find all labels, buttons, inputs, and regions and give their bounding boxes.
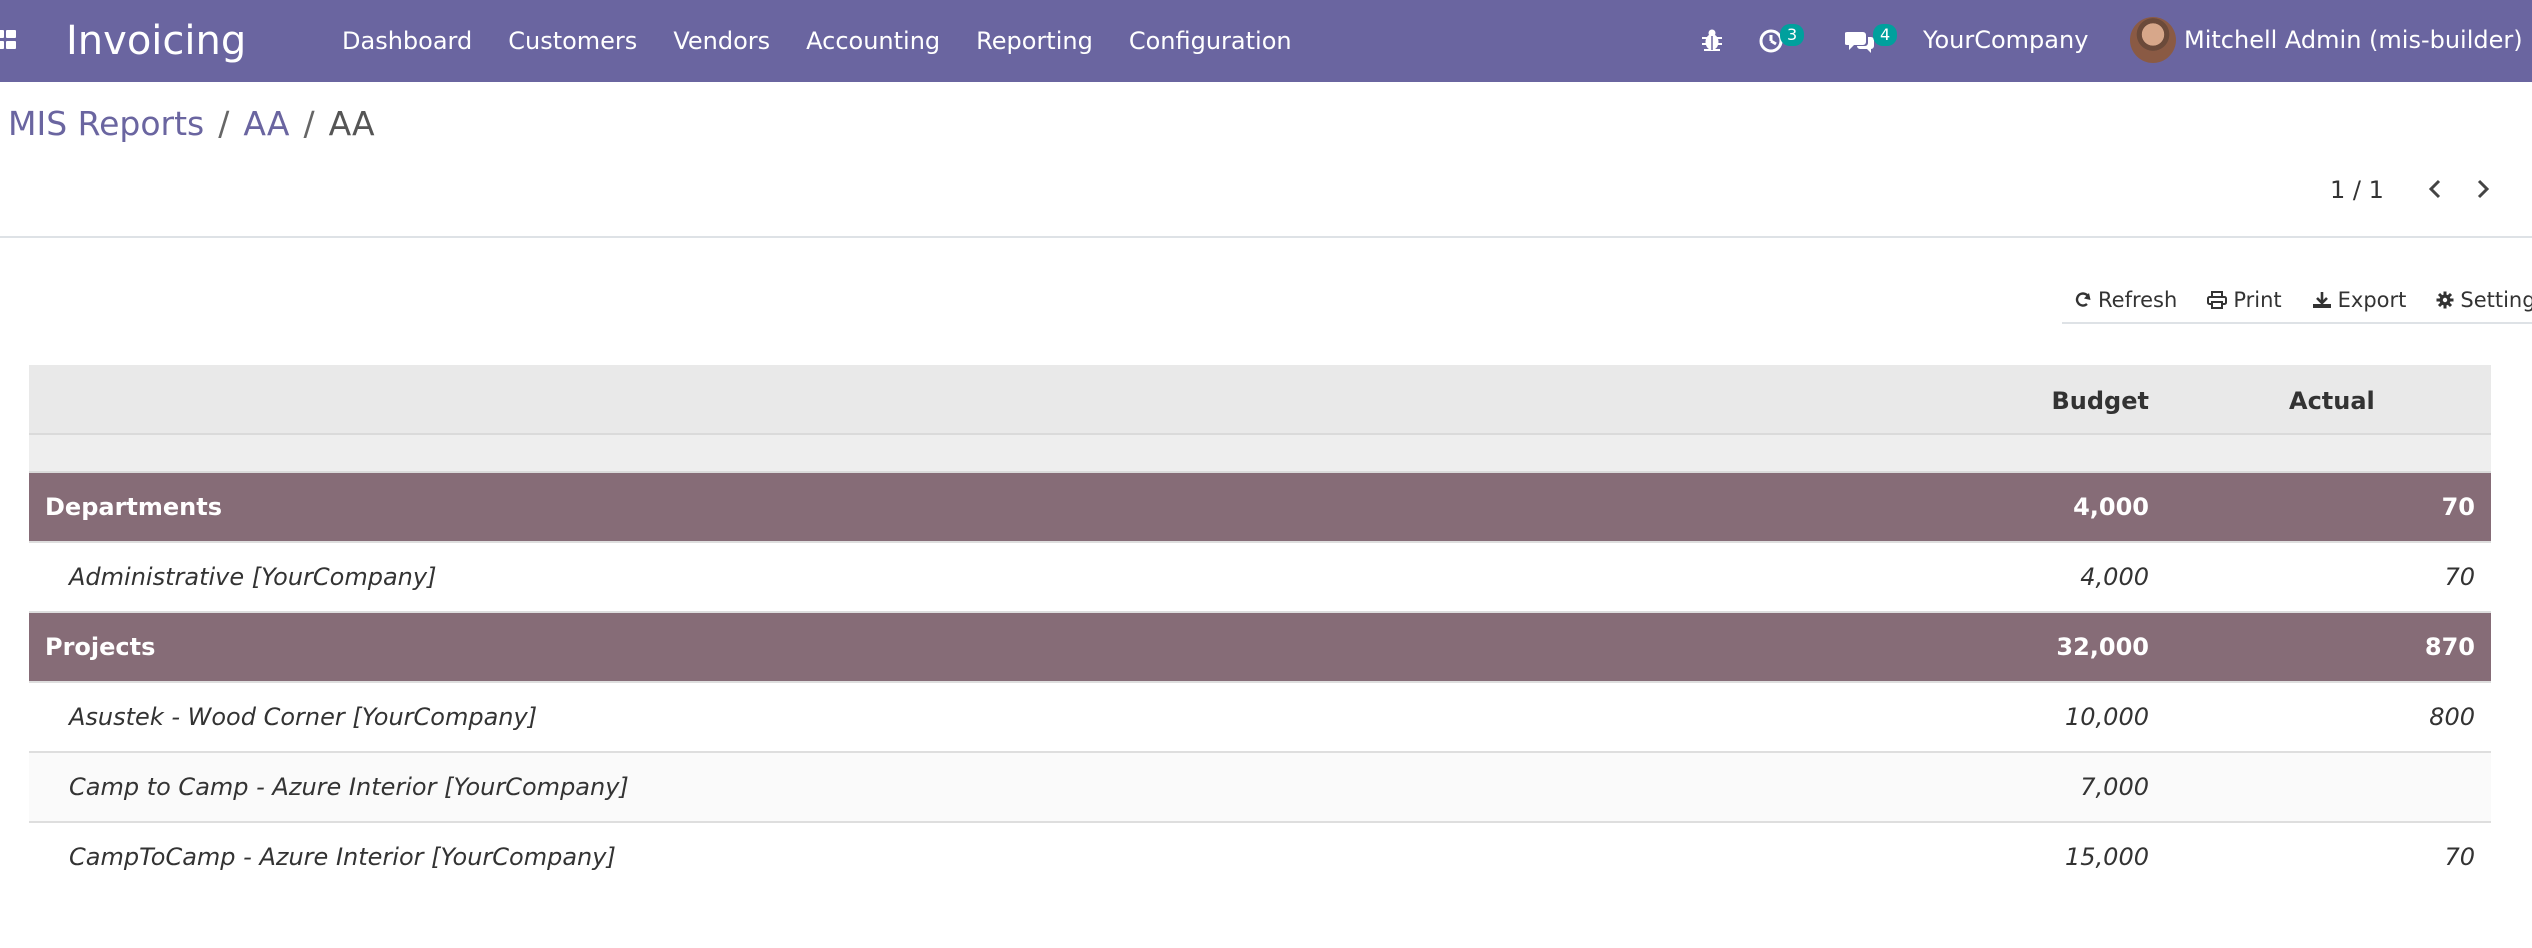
chevron-left-icon (2428, 179, 2441, 199)
actual-cell[interactable]: 800 (2275, 703, 2475, 731)
chevron-right-icon (2477, 179, 2490, 199)
print-label: Print (2233, 288, 2282, 312)
menu-item-configuration[interactable]: Configuration (1129, 27, 1292, 55)
top-navbar: Invoicing Dashboard Customers Vendors Ac… (0, 0, 2532, 82)
user-avatar[interactable] (2130, 17, 2176, 63)
pager-next-button[interactable] (2470, 176, 2496, 202)
breadcrumb: MIS Reports / AA / AA (8, 104, 375, 143)
table-header: Budget Actual (29, 365, 2491, 435)
budget-cell[interactable]: 4,000 (1949, 493, 2149, 521)
table-row: Camp to Camp - Azure Interior [YourCompa… (29, 753, 2491, 823)
breadcrumb-aa[interactable]: AA (243, 104, 289, 143)
company-switcher[interactable]: YourCompany (1923, 26, 2088, 54)
actual-cell[interactable]: 70 (2275, 493, 2475, 521)
row-label: Administrative [YourCompany] (69, 563, 437, 591)
report-toolbar: Refresh Print Export Settings (2062, 278, 2532, 324)
budget-cell[interactable]: 10,000 (1949, 703, 2149, 731)
menu-item-dashboard[interactable]: Dashboard (342, 27, 472, 55)
refresh-label: Refresh (2098, 288, 2178, 312)
budget-cell[interactable]: 7,000 (1949, 773, 2149, 801)
budget-cell[interactable]: 15,000 (1949, 843, 2149, 871)
refresh-button[interactable]: Refresh (2074, 288, 2177, 312)
main-menu: Dashboard Customers Vendors Accounting R… (342, 0, 1328, 82)
budget-cell[interactable]: 4,000 (1949, 563, 2149, 591)
settings-button[interactable]: Settings (2436, 288, 2532, 312)
table-row-departments: Departments 4,000 70 (29, 473, 2491, 543)
refresh-icon (2075, 292, 2091, 307)
app-title[interactable]: Invoicing (66, 14, 246, 68)
download-icon (2312, 292, 2331, 308)
row-label: Projects (45, 633, 156, 661)
print-button[interactable]: Print (2207, 288, 2282, 312)
activity-count-badge: 3 (1780, 24, 1805, 46)
budget-cell[interactable]: 32,000 (1949, 633, 2149, 661)
breadcrumb-separator: / (218, 104, 230, 143)
chat-bubbles-icon (1845, 32, 1874, 53)
actual-cell[interactable]: 70 (2275, 843, 2475, 871)
row-label: Departments (45, 493, 223, 521)
menu-item-customers[interactable]: Customers (508, 27, 637, 55)
mis-report-table: Budget Actual Departments 4,000 70 Admin… (29, 365, 2491, 891)
table-subheader-row (29, 435, 2491, 473)
actual-cell[interactable]: 70 (2275, 563, 2475, 591)
breadcrumb-current: AA (328, 104, 375, 143)
pager-value[interactable]: 1 / 1 (2330, 176, 2384, 204)
table-row: Administrative [YourCompany] 4,000 70 (29, 543, 2491, 613)
pager-previous-button[interactable] (2422, 176, 2448, 202)
column-header-budget: Budget (2051, 387, 2150, 415)
column-header-actual: Actual (2289, 387, 2375, 415)
table-row: Asustek - Wood Corner [YourCompany] 10,0… (29, 683, 2491, 753)
actual-cell[interactable]: 870 (2275, 633, 2475, 661)
export-label: Export (2337, 288, 2407, 312)
breadcrumb-mis-reports[interactable]: MIS Reports (8, 104, 204, 143)
message-count-badge: 4 (1873, 24, 1898, 46)
user-menu[interactable]: Mitchell Admin (mis-builder) (2184, 26, 2523, 54)
table-row-projects: Projects 32,000 870 (29, 613, 2491, 683)
menu-item-reporting[interactable]: Reporting (976, 27, 1093, 55)
apps-menu-icon[interactable] (0, 30, 20, 52)
debug-bug-icon[interactable] (1700, 27, 1724, 57)
print-icon (2207, 291, 2228, 309)
row-label: CampToCamp - Azure Interior [YourCompany… (69, 843, 616, 871)
gear-icon (2436, 291, 2454, 309)
row-label: Asustek - Wood Corner [YourCompany] (69, 703, 538, 731)
table-row: CampToCamp - Azure Interior [YourCompany… (29, 823, 2491, 891)
export-button[interactable]: Export (2312, 288, 2407, 312)
breadcrumb-separator: / (303, 104, 315, 143)
row-label: Camp to Camp - Azure Interior [YourCompa… (69, 773, 629, 801)
control-panel-divider (0, 236, 2532, 238)
menu-item-accounting[interactable]: Accounting (806, 27, 940, 55)
menu-item-vendors[interactable]: Vendors (673, 27, 770, 55)
settings-label: Settings (2460, 288, 2532, 312)
